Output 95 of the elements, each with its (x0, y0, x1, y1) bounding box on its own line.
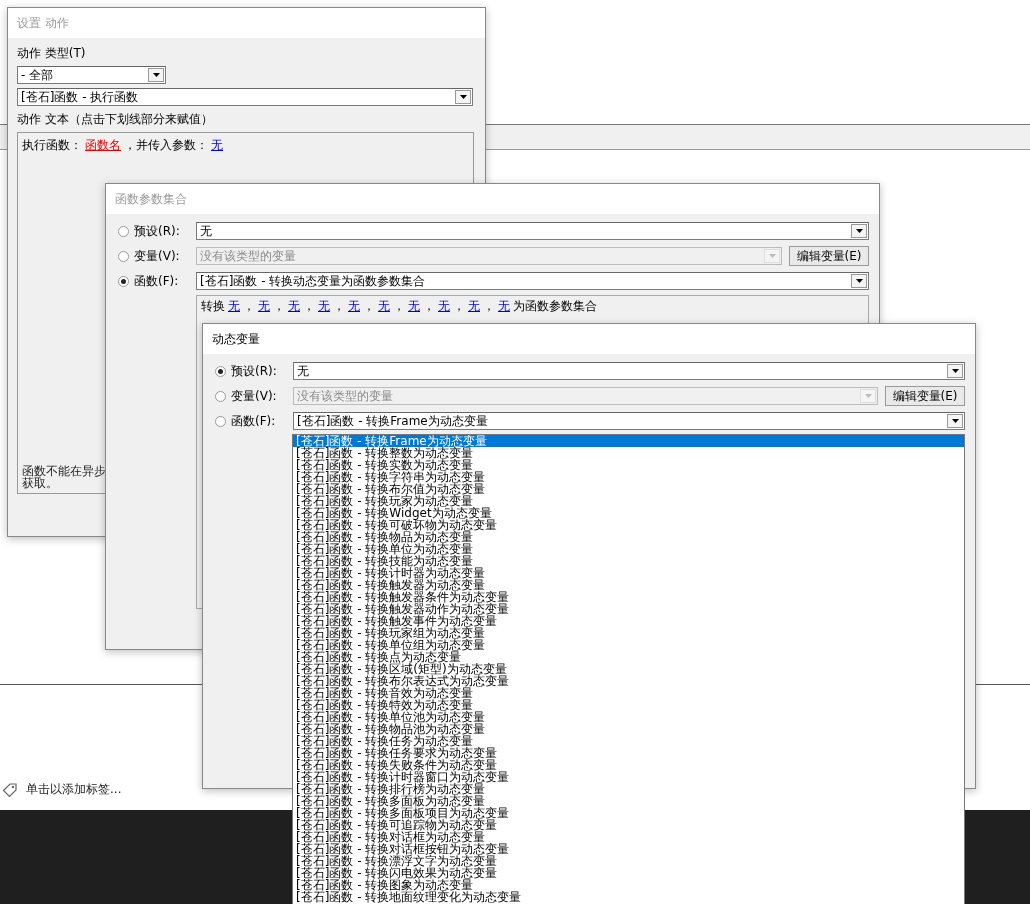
caret-icon (152, 73, 160, 77)
window-title: 函数参数集合 (106, 184, 879, 214)
list-item[interactable]: [苍石]函数 - 转换Widget为动态变量 (293, 507, 964, 519)
list-item[interactable]: [苍石]函数 - 转换计时器窗口为动态变量 (293, 771, 964, 783)
expression-text: ， (333, 298, 345, 315)
field-label: 动作 文本（点击下划线部分来赋值） (17, 111, 214, 128)
radio-button[interactable] (118, 225, 129, 237)
dropdown[interactable]: [苍石]函数 - 转换Frame为动态变量 (293, 412, 965, 430)
list-item[interactable]: [苍石]函数 - 转换音效为动态变量 (293, 687, 964, 699)
list-item[interactable]: [苍石]函数 - 转换技能为动态变量 (293, 555, 964, 567)
list-item[interactable]: [苍石]函数 - 转换地面纹理变化为动态变量 (293, 891, 964, 903)
value-link[interactable]: 无 (228, 298, 240, 315)
list-item[interactable]: [苍石]函数 - 转换闪电效果为动态变量 (293, 867, 964, 879)
list-item[interactable]: [苍石]函数 - 转换计时器为动态变量 (293, 567, 964, 579)
list-item[interactable]: [苍石]函数 - 转换多面板项目为动态变量 (293, 807, 964, 819)
list-item[interactable]: [苍石]函数 - 转换对话框按钮为动态变量 (293, 843, 964, 855)
expression-text: ， (483, 298, 495, 315)
list-item[interactable]: [苍石]函数 - 转换可追踪物为动态变量 (293, 819, 964, 831)
value-link[interactable]: 无 (438, 298, 450, 315)
value-link[interactable]: 无 (288, 298, 300, 315)
list-item[interactable]: [苍石]函数 - 转换可破坏物为动态变量 (293, 519, 964, 531)
list-item[interactable]: [苍石]函数 - 转换触发器条件为动态变量 (293, 591, 964, 603)
list-item[interactable]: [苍石]函数 - 转换单位池为动态变量 (293, 711, 964, 723)
list-item[interactable]: [苍石]函数 - 转换漂浮文字为动态变量 (293, 855, 964, 867)
list-item[interactable]: [苍石]函数 - 转换触发器为动态变量 (293, 579, 964, 591)
expression-text: 执行函数： (22, 137, 82, 154)
radio-label[interactable]: 函数(F): (231, 412, 293, 430)
list-item[interactable]: [苍石]函数 - 转换图象为动态变量 (293, 879, 964, 891)
value-link[interactable]: 无 (258, 298, 270, 315)
list-item[interactable]: [苍石]函数 - 转换多面板为动态变量 (293, 795, 964, 807)
expression-text: 转换 (201, 298, 225, 315)
list-item[interactable]: [苍石]函数 - 转换特效为动态变量 (293, 699, 964, 711)
value-link[interactable]: 无 (408, 298, 420, 315)
expression-text: ， (453, 298, 465, 315)
list-item[interactable]: [苍石]函数 - 转换单位组为动态变量 (293, 639, 964, 651)
caret-icon (951, 419, 959, 423)
dropdown[interactable]: [苍石]函数 - 转换动态变量为函数参数集合 (196, 272, 869, 290)
value-link[interactable]: 无 (378, 298, 390, 315)
radio-label[interactable]: 函数(F): (134, 272, 196, 290)
list-item[interactable]: [苍石]函数 - 转换玩家为动态变量 (293, 495, 964, 507)
list-item[interactable]: [苍石]函数 - 转换Frame为动态变量 (293, 435, 964, 447)
list-item[interactable]: [苍石]函数 - 转换失败条件为动态变量 (293, 759, 964, 771)
list-item[interactable]: [苍石]函数 - 转换排行榜为动态变量 (293, 783, 964, 795)
list-item[interactable]: [苍石]函数 - 转换单位为动态变量 (293, 543, 964, 555)
expression-text: ， (423, 298, 435, 315)
description-text: 获取。 (22, 477, 58, 489)
tag-icon[interactable] (2, 782, 18, 798)
list-item[interactable]: [苍石]函数 - 转换任务要求为动态变量 (293, 747, 964, 759)
dropdown[interactable]: [苍石]函数 - 执行函数 (17, 88, 473, 106)
list-item[interactable]: [苍石]函数 - 转换布尔表达式为动态变量 (293, 675, 964, 687)
list-item[interactable]: [苍石]函数 - 转换物品池为动态变量 (293, 723, 964, 735)
list-item[interactable]: [苍石]函数 - 转换对话框为动态变量 (293, 831, 964, 843)
expression-text: 为函数参数集合 (513, 298, 597, 315)
list-item[interactable]: [苍石]函数 - 转换实数为动态变量 (293, 459, 964, 471)
caret-icon (864, 394, 872, 398)
list-item[interactable]: [苍石]函数 - 转换布尔值为动态变量 (293, 483, 964, 495)
value-link[interactable]: 无 (498, 298, 510, 315)
expression-text: ， (363, 298, 375, 315)
value-link[interactable]: 函数名 (85, 137, 121, 154)
caret-icon (855, 279, 863, 283)
expression-text: ， (393, 298, 405, 315)
expression-text: ，并传入参数： (124, 137, 208, 154)
radio-button[interactable] (215, 415, 226, 427)
dropdown[interactable]: 无 (293, 362, 965, 380)
description-text: 函数不能在异步 (22, 465, 106, 477)
list-item[interactable]: [苍石]函数 - 转换物品为动态变量 (293, 531, 964, 543)
list-item[interactable]: [苍石]函数 - 转换区域(矩型)为动态变量 (293, 663, 964, 675)
list-item[interactable]: [苍石]函数 - 转换任务为动态变量 (293, 735, 964, 747)
caret-icon (768, 254, 776, 258)
value-link[interactable]: 无 (348, 298, 360, 315)
list-item[interactable]: [苍石]函数 - 转换玩家组为动态变量 (293, 627, 964, 639)
radio-label[interactable]: 预设(R): (231, 362, 293, 380)
value-link[interactable]: 无 (468, 298, 480, 315)
dropdown[interactable]: - 全部 (17, 66, 166, 84)
window-title: 设置 动作 (8, 8, 485, 38)
list-item[interactable]: [苍石]函数 - 转换触发器动作为动态变量 (293, 603, 964, 615)
caret-icon (951, 369, 959, 373)
list-item[interactable]: [苍石]函数 - 转换触发事件为动态变量 (293, 615, 964, 627)
dropdown[interactable]: 无 (196, 222, 869, 240)
value-link[interactable]: 无 (318, 298, 330, 315)
expression-text: ， (243, 298, 255, 315)
caret-icon (459, 95, 467, 99)
field-label: 动作 类型(T) (17, 45, 87, 62)
window-title: 动态变量 (203, 324, 975, 354)
expression-text: ， (273, 298, 285, 315)
value-link[interactable]: 无 (211, 137, 223, 154)
add-tag-link[interactable]: 单击以添加标签... (26, 781, 122, 798)
list-item[interactable]: [苍石]函数 - 转换点为动态变量 (293, 651, 964, 663)
caret-icon (855, 229, 863, 233)
radio-button[interactable] (118, 275, 129, 287)
expression-text: ， (303, 298, 315, 315)
list-item[interactable]: [苍石]函数 - 转换整数为动态变量 (293, 447, 964, 459)
radio-button[interactable] (215, 365, 226, 377)
list-item[interactable]: [苍石]函数 - 转换字符串为动态变量 (293, 471, 964, 483)
radio-label[interactable]: 预设(R): (134, 222, 196, 240)
